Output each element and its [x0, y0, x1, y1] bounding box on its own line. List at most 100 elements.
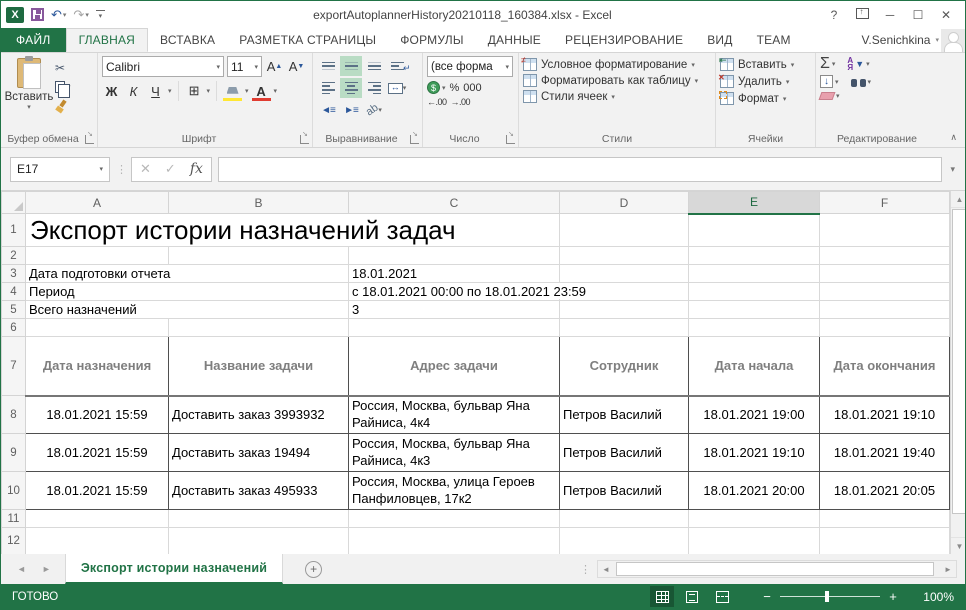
scroll-left-icon[interactable]: ◄ — [598, 565, 614, 574]
font-color-dropdown-icon[interactable]: ▾ — [274, 87, 278, 95]
enter-entry-icon[interactable]: ✓ — [165, 161, 176, 177]
cell-A12[interactable] — [26, 528, 169, 555]
cell-E3[interactable] — [689, 265, 820, 283]
style-1-button[interactable]: Условное форматирование▾ — [523, 58, 711, 71]
table-data-cell-C10[interactable]: Россия, Москва, улица Героев Панфиловцев… — [349, 472, 560, 510]
increase-font-button[interactable]: А▲ — [265, 57, 284, 77]
cell-D3[interactable] — [560, 265, 689, 283]
table-data-cell-D8[interactable]: Петров Василий — [560, 396, 689, 434]
font-color-button[interactable]: А — [252, 81, 271, 101]
cell-F1[interactable] — [820, 214, 950, 247]
table-data-cell-E10[interactable]: 18.01.2021 20:00 — [689, 472, 820, 510]
style-2-button[interactable]: Форматировать как таблицу▾ — [523, 74, 711, 87]
clipboard-dialog-launcher[interactable] — [85, 135, 94, 144]
decrease-indent-button[interactable]: ◄≡ — [317, 100, 339, 120]
cell-F5[interactable] — [820, 301, 950, 319]
align-middle-button[interactable] — [340, 56, 362, 76]
cell-B12[interactable] — [169, 528, 349, 555]
table-data-cell-B10[interactable]: Доставить заказ 495933 — [169, 472, 349, 510]
find-select-button[interactable]: ▾ — [851, 76, 872, 87]
help-button[interactable]: ? — [820, 8, 848, 22]
cell-F3[interactable] — [820, 265, 950, 283]
row-header-7[interactable]: 7 — [2, 337, 26, 396]
info-label-cell-A4[interactable]: Период — [26, 283, 349, 301]
fill-button[interactable]: ↓▾ — [820, 75, 839, 88]
orientation-button[interactable]: ab▾ — [363, 100, 385, 120]
fill-color-dropdown-icon[interactable]: ▾ — [245, 87, 249, 95]
number-format-combo[interactable]: (все форма▾ — [427, 56, 513, 77]
info-label-cell-A3[interactable]: Дата подготовки отчета — [26, 265, 349, 283]
cell-B2[interactable] — [169, 247, 349, 265]
spreadsheet-grid[interactable]: ABCDEF1Экспорт истории назначений задач2… — [1, 191, 950, 554]
cell-D5[interactable] — [560, 301, 689, 319]
tab-вид[interactable]: ВИД — [695, 28, 744, 52]
borders-button[interactable]: ⊞ — [185, 81, 204, 101]
table-data-cell-D10[interactable]: Петров Василий — [560, 472, 689, 510]
report-title-cell[interactable]: Экспорт истории назначений задач — [26, 214, 560, 247]
row-header-4[interactable]: 4 — [2, 283, 26, 301]
style-3-button[interactable]: Стили ячеек▾ — [523, 90, 711, 103]
collapse-ribbon-button[interactable]: ∧ — [950, 132, 957, 143]
underline-dropdown-icon[interactable]: ▾ — [168, 87, 172, 95]
cell-D12[interactable] — [560, 528, 689, 555]
row-header-12[interactable]: 12 — [2, 528, 26, 555]
formula-bar-expand-icon[interactable]: ▾ — [948, 164, 957, 175]
cells-1-button[interactable]: Вставить▾ — [720, 58, 811, 71]
cell-A2[interactable] — [26, 247, 169, 265]
merge-center-button[interactable]: ▾ — [386, 78, 408, 98]
info-value-cell-C5[interactable]: 3 — [349, 301, 560, 319]
insert-function-icon[interactable]: fx — [190, 161, 203, 177]
table-data-cell-A9[interactable]: 18.01.2021 15:59 — [26, 434, 169, 472]
formula-input[interactable] — [218, 157, 943, 182]
page-layout-view-button[interactable] — [680, 586, 704, 607]
cell-E11[interactable] — [689, 510, 820, 528]
align-right-button[interactable] — [363, 78, 385, 98]
maximize-button[interactable]: ☐ — [904, 8, 932, 22]
cell-E6[interactable] — [689, 319, 820, 337]
cell-D2[interactable] — [560, 247, 689, 265]
cell-E1[interactable] — [689, 214, 820, 247]
tab-file[interactable]: ФАЙЛ — [1, 28, 66, 52]
row-header-6[interactable]: 6 — [2, 319, 26, 337]
vertical-scrollbar[interactable]: ▲ ▼ — [950, 191, 965, 554]
row-header-5[interactable]: 5 — [2, 301, 26, 319]
table-data-cell-D9[interactable]: Петров Василий — [560, 434, 689, 472]
copy-button[interactable]: ▾ — [55, 79, 71, 95]
table-header-cell-E7[interactable]: Дата начала — [689, 337, 820, 396]
sheet-tab-active[interactable]: Экспорт истории назначений — [65, 554, 283, 584]
wrap-text-button[interactable] — [386, 56, 408, 76]
table-header-cell-F7[interactable]: Дата окончания — [820, 337, 950, 396]
ribbon-display-options-button[interactable] — [848, 8, 876, 22]
close-button[interactable]: ✕ — [932, 8, 960, 22]
horizontal-scrollbar[interactable]: ◄ ► — [597, 560, 957, 578]
column-header-B[interactable]: B — [169, 192, 349, 214]
percent-style-button[interactable]: % — [450, 82, 460, 94]
row-header-2[interactable]: 2 — [2, 247, 26, 265]
undo-dropdown-icon[interactable]: ▾ — [63, 11, 67, 19]
cell-C6[interactable] — [349, 319, 560, 337]
cell-D1[interactable] — [560, 214, 689, 247]
row-header-1[interactable]: 1 — [2, 214, 26, 247]
table-header-cell-A7[interactable]: Дата назначения — [26, 337, 169, 396]
cell-F11[interactable] — [820, 510, 950, 528]
zoom-slider-thumb[interactable] — [825, 591, 829, 602]
cells-3-button[interactable]: Формат▾ — [720, 92, 811, 105]
table-data-cell-B9[interactable]: Доставить заказ 19494 — [169, 434, 349, 472]
column-header-F[interactable]: F — [820, 192, 950, 214]
minimize-button[interactable]: ─ — [876, 8, 904, 22]
cell-E2[interactable] — [689, 247, 820, 265]
name-box-splitter[interactable]: ⋮ — [116, 163, 125, 176]
normal-view-button[interactable] — [650, 586, 674, 607]
row-header-3[interactable]: 3 — [2, 265, 26, 283]
info-label-cell-A5[interactable]: Всего назначений — [26, 301, 349, 319]
cell-C2[interactable] — [349, 247, 560, 265]
accounting-format-button[interactable]: $▾ — [427, 81, 446, 94]
scroll-up-icon[interactable]: ▲ — [951, 191, 965, 208]
cell-E12[interactable] — [689, 528, 820, 555]
align-center-button[interactable] — [340, 78, 362, 98]
cell-F6[interactable] — [820, 319, 950, 337]
cell-A6[interactable] — [26, 319, 169, 337]
table-data-cell-F9[interactable]: 18.01.2021 19:40 — [820, 434, 950, 472]
account-menu[interactable]: V.Senichkina▾ — [862, 28, 941, 52]
info-value-cell-C3[interactable]: 18.01.2021 — [349, 265, 560, 283]
